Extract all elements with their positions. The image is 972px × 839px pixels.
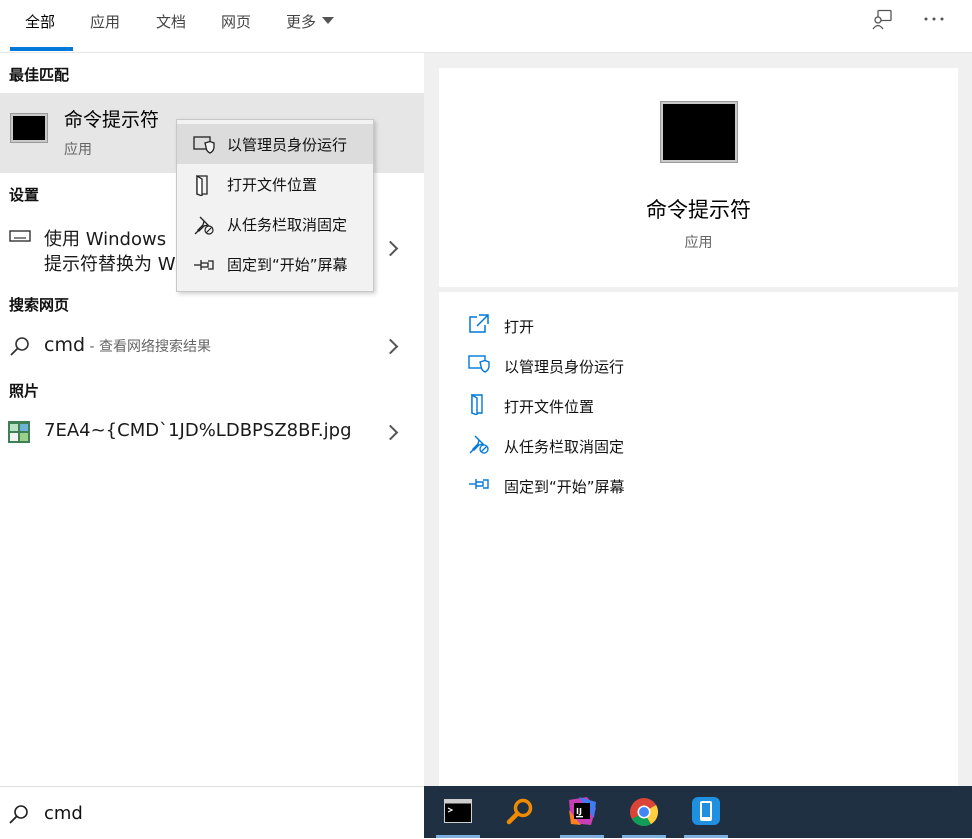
- folder-location-icon: [196, 174, 208, 196]
- context-menu-label: 打开文件位置: [227, 176, 318, 194]
- action-pin-to-start[interactable]: 固定到“开始”屏幕: [504, 476, 625, 497]
- settings-result-line2: 提示符替换为 W: [44, 254, 176, 275]
- active-tab-indicator: [10, 47, 73, 51]
- taskbar-chrome[interactable]: [618, 786, 670, 838]
- section-settings: 设置: [9, 186, 40, 204]
- action-unpin-taskbar[interactable]: 从任务栏取消固定: [504, 436, 624, 457]
- taskbar-intellij[interactable]: IJ: [556, 786, 608, 838]
- preview-subtitle: 应用: [684, 235, 713, 251]
- search-input[interactable]: cmd: [44, 803, 83, 824]
- context-menu-label: 固定到“开始”屏幕: [227, 256, 348, 274]
- search-icon: [9, 805, 28, 824]
- action-run-as-admin[interactable]: 以管理员身份运行: [504, 356, 624, 377]
- web-search-query: cmd: [44, 334, 86, 356]
- action-open-file-location[interactable]: 打开文件位置: [504, 396, 594, 417]
- context-menu-open-file-location[interactable]: 打开文件位置: [177, 164, 373, 204]
- context-menu-unpin-taskbar[interactable]: 从任务栏取消固定: [177, 204, 373, 244]
- action-open[interactable]: 打开: [504, 316, 534, 337]
- cmd-app-icon: [444, 799, 472, 823]
- chevron-down-icon: [322, 17, 335, 24]
- web-search-suffix: - 查看网络搜索结果: [85, 339, 211, 355]
- best-match-title: 命令提示符: [64, 109, 160, 131]
- taskbar-search-app[interactable]: [494, 786, 546, 838]
- cmd-app-icon: [10, 113, 48, 143]
- tab-more[interactable]: 更多: [286, 11, 335, 32]
- photo-filename: 7EA4~{CMD`1JD%LDBPSZ8BF.jpg: [44, 420, 352, 441]
- web-search-result-item[interactable]: cmd - 查看网络搜索结果: [0, 327, 424, 367]
- chevron-right-icon: [382, 240, 399, 257]
- context-menu-label: 以管理员身份运行: [227, 136, 348, 154]
- tab-apps[interactable]: 应用: [90, 11, 120, 32]
- settings-result-line1: 使用 Windows: [44, 229, 167, 250]
- keyboard-icon: [9, 230, 31, 242]
- shield-icon: [468, 355, 490, 373]
- search-scope-bar: 全部 应用 文档 网页 更多: [0, 0, 972, 53]
- tab-documents[interactable]: 文档: [156, 11, 186, 32]
- taskbar: IJ: [424, 786, 972, 838]
- best-match-subtitle: 应用: [64, 142, 92, 158]
- tab-web[interactable]: 网页: [221, 11, 251, 32]
- pin-icon: [469, 479, 489, 489]
- chevron-right-icon: [382, 338, 399, 355]
- search-icon: [10, 337, 29, 356]
- preview-card: 命令提示符 应用: [439, 68, 958, 287]
- cmd-app-large-icon: [660, 101, 738, 163]
- phone-app-icon: [692, 797, 720, 825]
- section-photos: 照片: [9, 382, 40, 400]
- unpin-icon: [194, 216, 214, 235]
- context-menu-run-as-admin[interactable]: 以管理员身份运行: [177, 124, 373, 164]
- svg-text:IJ: IJ: [576, 807, 582, 816]
- intellij-idea-icon: IJ: [569, 797, 596, 825]
- tab-more-label: 更多: [286, 13, 317, 31]
- search-box[interactable]: cmd: [0, 786, 424, 839]
- section-web-search: 搜索网页: [9, 296, 70, 314]
- context-menu: 以管理员身份运行 打开文件位置 从任务栏取消固定 固定到“开始”屏幕: [176, 119, 374, 292]
- pin-icon: [194, 260, 214, 270]
- open-icon: [469, 314, 489, 333]
- chevron-right-icon: [382, 424, 399, 441]
- taskbar-cmd[interactable]: [432, 786, 484, 838]
- photo-result-item[interactable]: 7EA4~{CMD`1JD%LDBPSZ8BF.jpg: [0, 413, 424, 453]
- unpin-icon: [469, 435, 489, 454]
- more-options-icon[interactable]: [922, 8, 946, 32]
- section-best-match: 最佳匹配: [9, 66, 70, 84]
- preview-title: 命令提示符: [646, 198, 751, 222]
- context-menu-label: 从任务栏取消固定: [227, 216, 348, 234]
- context-menu-pin-to-start[interactable]: 固定到“开始”屏幕: [177, 244, 373, 284]
- tab-all[interactable]: 全部: [25, 11, 55, 32]
- shield-icon: [193, 136, 215, 154]
- folder-location-icon: [471, 393, 483, 415]
- image-file-icon: [8, 421, 30, 443]
- chrome-icon: [630, 798, 658, 826]
- feedback-icon[interactable]: [870, 8, 894, 32]
- taskbar-phone-app[interactable]: [680, 786, 732, 838]
- search-magnifier-app-icon: [506, 798, 533, 825]
